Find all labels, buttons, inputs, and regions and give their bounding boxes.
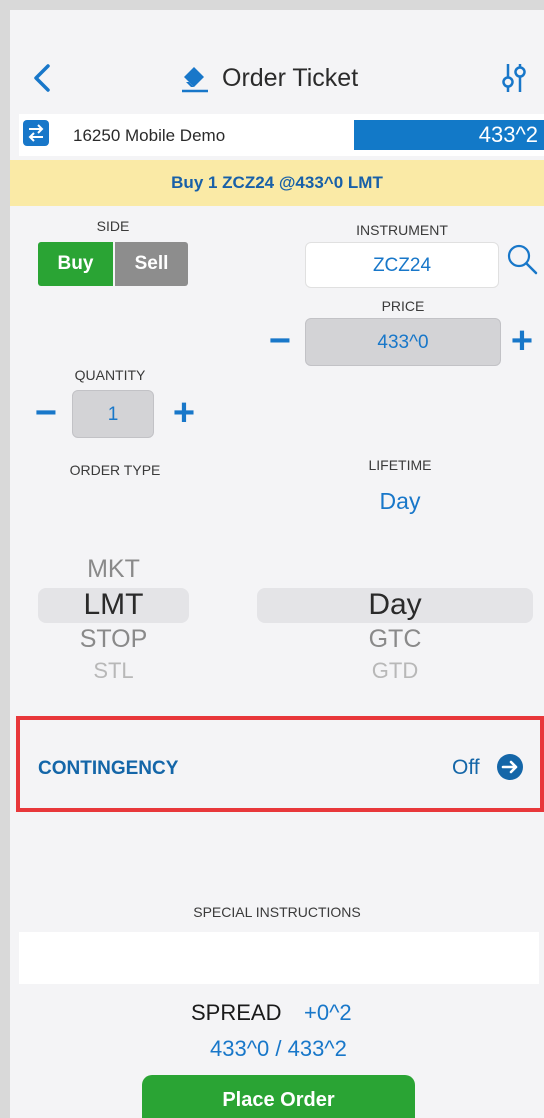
eraser-icon [182,67,208,93]
account-name: 16250 Mobile Demo [73,126,226,145]
last-price: 433^2 [354,120,544,150]
page-title: Order Ticket [222,63,359,92]
sliders-icon [502,64,526,92]
top-bar: Order Ticket [10,10,544,108]
order-ticket-screen: Order Ticket 16250 Mobile Demo 433^2 Buy… [10,10,544,1118]
order-type-label: ORDER TYPE [69,462,161,478]
quantity-label: QUANTITY [74,367,146,383]
account-bar[interactable]: 16250 Mobile Demo 433^2 [19,114,544,156]
contingency-label: CONTINGENCY [38,758,179,779]
price-decrement-button[interactable]: − [262,322,298,360]
order-type-option[interactable]: STOP [38,625,189,654]
price-increment-button[interactable]: + [507,322,537,360]
special-instructions-input[interactable] [19,932,539,984]
swap-arrows-icon[interactable] [23,120,49,146]
spread-value: +0^2 [304,1000,352,1025]
buy-button[interactable]: Buy [38,242,113,286]
sell-button[interactable]: Sell [113,242,188,286]
contingency-value: Off [452,756,480,779]
quantity-increment-button[interactable]: + [166,394,202,432]
price-label: PRICE [381,298,425,314]
chevron-left-icon [34,64,50,92]
price-field[interactable]: 433^0 [305,318,501,366]
quantity-decrement-button[interactable]: − [28,394,64,432]
bid-ask: 433^0 / 433^2 [210,1036,347,1061]
lifetime-option[interactable]: GTD [257,658,533,680]
instrument-label: INSTRUMENT [356,222,448,238]
place-order-button[interactable]: Place Order [142,1075,415,1118]
lifetime-option-selected[interactable]: Day [257,588,533,622]
arrow-right-circle-icon[interactable] [496,753,524,781]
spread-label: SPREAD [191,1000,282,1025]
special-instructions-label: SPECIAL INSTRUCTIONS [193,904,361,920]
back-button[interactable] [28,60,58,96]
order-type-option[interactable]: STL [38,658,189,680]
title-wrap: Order Ticket [180,60,358,96]
lifetime-option[interactable]: GTC [257,625,533,654]
lifetime-value: Day [379,488,421,514]
order-summary: Buy 1 ZCZ24 @433^0 LMT [10,160,544,206]
contingency-row[interactable]: CONTINGENCY Off [16,716,544,812]
order-type-option[interactable]: MKT [38,555,189,584]
side-label: SIDE [96,218,130,234]
lifetime-label: LIFETIME [368,457,432,473]
order-type-option-selected[interactable]: LMT [38,588,189,622]
instrument-field[interactable]: ZCZ24 [305,242,499,288]
side-toggle: Buy Sell [38,242,188,286]
settings-button[interactable] [496,60,532,96]
quantity-field[interactable]: 1 [72,390,154,438]
search-icon[interactable] [505,242,539,276]
